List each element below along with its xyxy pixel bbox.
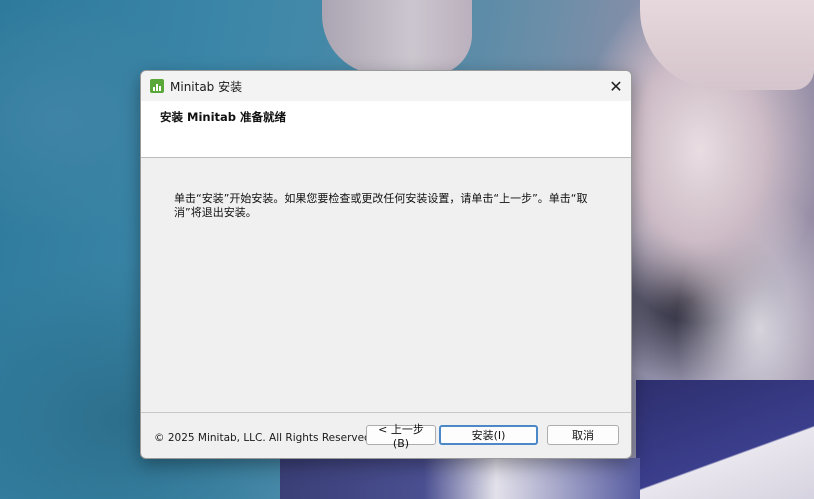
copyright-text: © 2025 Minitab, LLC. All Rights Reserved… — [154, 432, 375, 444]
close-icon: ✕ — [609, 76, 623, 96]
instruction-text: 单击“安装”开始安装。如果您要检查或更改任何安装设置，请单击“上一步”。单击“取… — [174, 192, 588, 219]
wallpaper-decoration — [640, 0, 814, 90]
install-button[interactable]: 安装(I) — [439, 425, 538, 445]
title-bar[interactable]: Minitab 安装 ✕ — [141, 71, 631, 101]
page-title: 安装 Minitab 准备就绪 — [160, 110, 287, 124]
wallpaper-decoration — [636, 380, 814, 499]
wallpaper-decoration — [322, 0, 472, 75]
wallpaper-decoration — [280, 458, 640, 499]
desktop-wallpaper: Minitab 安装 ✕ 安装 Minitab 准备就绪 单击“安装”开始安装。… — [0, 0, 814, 499]
back-button[interactable]: < 上一步(B) — [366, 423, 436, 450]
footer-divider — [141, 412, 631, 413]
window-title: Minitab 安装 — [170, 79, 243, 94]
wizard-content: 单击“安装”开始安装。如果您要检查或更改任何安装设置，请单击“上一步”。单击“取… — [141, 158, 631, 412]
wizard-header: 安装 Minitab 准备就绪 — [141, 101, 631, 158]
installer-window: Minitab 安装 ✕ 安装 Minitab 准备就绪 单击“安装”开始安装。… — [140, 70, 632, 459]
cancel-button[interactable]: 取消 — [547, 425, 619, 445]
minitab-logo-icon — [150, 79, 164, 93]
close-button[interactable]: ✕ — [601, 71, 631, 101]
